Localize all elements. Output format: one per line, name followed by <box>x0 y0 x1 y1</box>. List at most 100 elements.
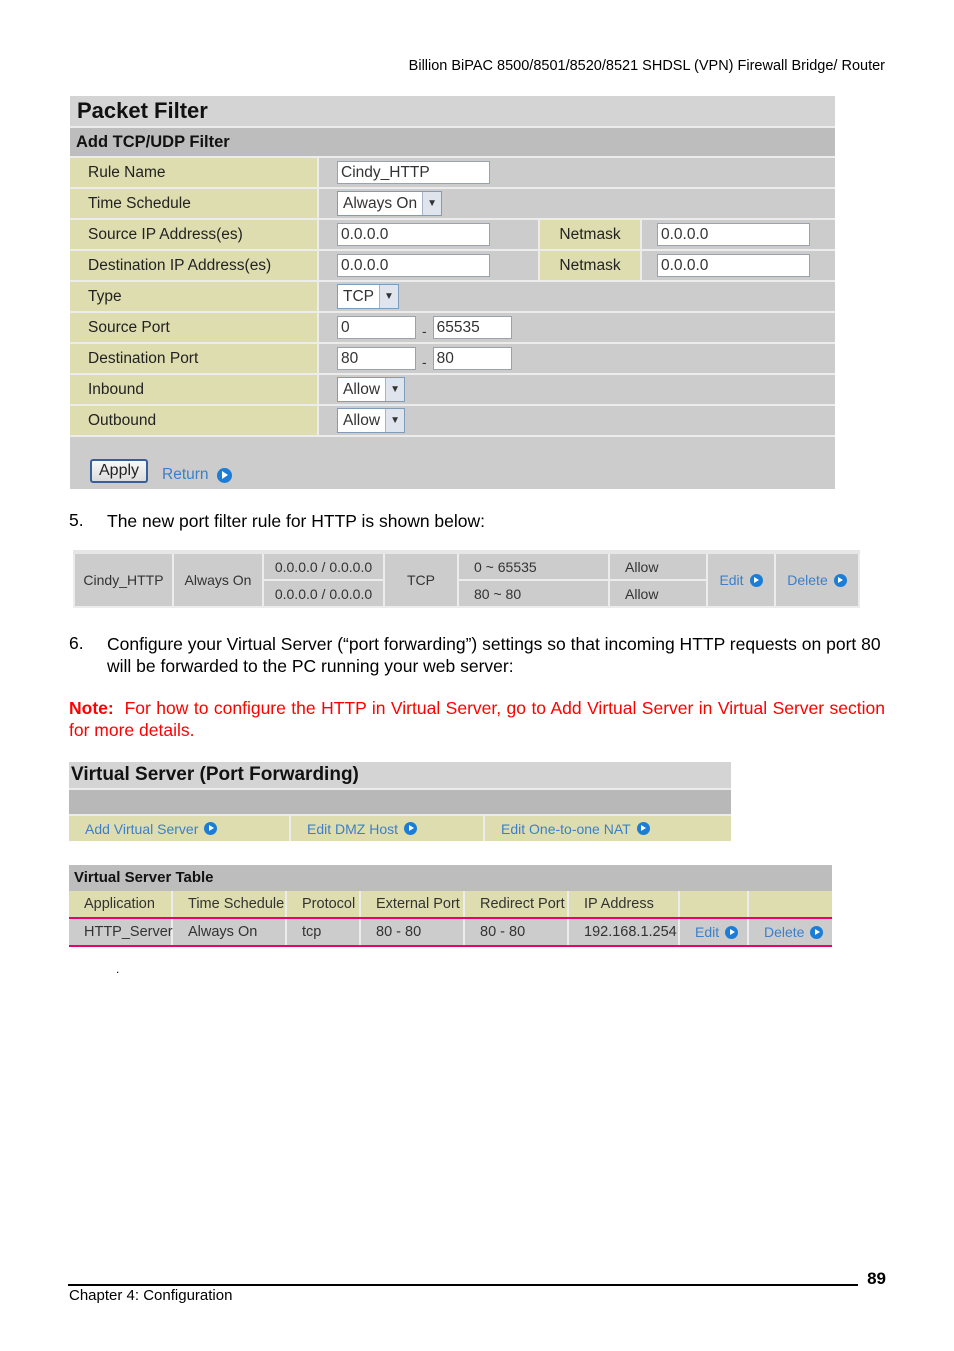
destination-netmask-input[interactable]: 0.0.0.0 <box>657 254 810 277</box>
note-prefix: Note: <box>69 698 114 718</box>
arrow-right-icon <box>810 925 824 939</box>
edit-link[interactable]: Edit <box>695 919 739 945</box>
edit-label: Edit <box>695 924 720 940</box>
rule-name-cell: Cindy_HTTP <box>73 550 174 608</box>
packet-filter-title: Packet Filter <box>70 96 835 128</box>
ip-address-cell: 192.168.1.254 <box>569 919 680 945</box>
chevron-down-icon[interactable]: ▼ <box>379 285 398 308</box>
source-ip-row: Source IP Address(es) 0.0.0.0 Netmask 0.… <box>70 220 835 251</box>
schedule-cell: Always On <box>173 919 287 945</box>
delete-label: Delete <box>787 572 828 588</box>
source-port-to-input[interactable]: 65535 <box>432 316 512 339</box>
inbound-value: Allow <box>343 381 381 398</box>
destination-ip-row: Destination IP Address(es) 0.0.0.0 Netma… <box>70 251 835 282</box>
add-filter-subtitle: Add TCP/UDP Filter <box>70 128 835 158</box>
table-row: Cindy_HTTP Always On 0.0.0.0 / 0.0.0.0 T… <box>73 550 860 608</box>
edit-label: Edit <box>719 572 744 588</box>
rule-destination-cell: 0.0.0.0 / 0.0.0.0 <box>262 579 385 608</box>
column-header: Time Schedule <box>173 891 287 917</box>
packet-filter-panel: Packet Filter Add TCP/UDP Filter Rule Na… <box>70 96 835 489</box>
destination-ip-input[interactable]: 0.0.0.0 <box>337 254 490 277</box>
delete-label: Delete <box>764 924 805 940</box>
destination-port-to-input[interactable]: 80 <box>432 347 512 370</box>
outbound-select[interactable]: Allow ▼ <box>337 408 406 433</box>
type-select[interactable]: TCP ▼ <box>337 284 399 309</box>
column-header: External Port <box>361 891 465 917</box>
source-netmask-input[interactable]: 0.0.0.0 <box>657 223 810 246</box>
step-5: 5. The new port filter rule for HTTP is … <box>69 510 887 532</box>
note-text: For how to configure the HTTP in Virtual… <box>69 698 885 740</box>
arrow-right-icon <box>216 467 232 483</box>
virtual-server-table: Virtual Server Table Application Time Sc… <box>69 865 832 947</box>
rule-source-port-cell: 0 ~ 65535 <box>457 550 610 581</box>
rule-destination-port-cell: 80 ~ 80 <box>457 579 610 608</box>
footer-divider <box>68 1284 858 1286</box>
table-row: HTTP_Server Always On tcp 80 - 80 80 - 8… <box>69 917 832 947</box>
rule-source-cell: 0.0.0.0 / 0.0.0.0 <box>262 550 385 581</box>
chevron-down-icon[interactable]: ▼ <box>422 192 442 215</box>
source-port-label: Source Port <box>70 313 319 342</box>
virtual-server-title: Virtual Server (Port Forwarding) <box>69 762 731 790</box>
port-range-separator: - <box>422 353 427 370</box>
delete-link[interactable]: Delete <box>787 572 847 588</box>
destination-port-row: Destination Port 80 - 80 <box>70 344 835 375</box>
column-header: Protocol <box>287 891 361 917</box>
rule-protocol-cell: TCP <box>383 550 459 608</box>
time-schedule-label: Time Schedule <box>70 189 319 218</box>
virtual-server-links: Add Virtual Server Edit DMZ Host Edit On… <box>69 816 731 841</box>
inbound-label: Inbound <box>70 375 319 404</box>
table-header-row: Application Time Schedule Protocol Exter… <box>69 891 832 917</box>
inbound-row: Inbound Allow ▼ <box>70 375 835 406</box>
return-label: Return <box>162 466 209 483</box>
arrow-right-icon <box>636 822 650 835</box>
rule-inbound-cell: Allow <box>608 550 708 581</box>
edit-link[interactable]: Edit <box>719 572 763 588</box>
time-schedule-row: Time Schedule Always On ▼ <box>70 189 835 220</box>
rule-outbound-cell: Allow <box>608 579 708 608</box>
return-link[interactable]: Return <box>162 466 232 484</box>
packet-filter-actions: Apply Return <box>90 458 232 484</box>
source-port-row: Source Port 0 - 65535 <box>70 313 835 344</box>
edit-dmz-host-label: Edit DMZ Host <box>307 820 399 837</box>
page-number: 89 <box>867 1269 886 1288</box>
rule-delete-cell: Delete <box>774 550 860 608</box>
source-ip-label: Source IP Address(es) <box>70 220 319 249</box>
destination-netmask-label: Netmask <box>538 251 642 280</box>
arrow-right-icon <box>833 573 847 587</box>
step-text: Configure your Virtual Server (“port for… <box>107 634 881 676</box>
arrow-right-icon <box>749 573 763 587</box>
filter-rule-table: Cindy_HTTP Always On 0.0.0.0 / 0.0.0.0 T… <box>73 550 860 608</box>
virtual-server-table-title: Virtual Server Table <box>69 865 832 891</box>
edit-one-to-one-nat-link[interactable]: Edit One-to-one NAT <box>485 816 731 841</box>
add-virtual-server-link[interactable]: Add Virtual Server <box>69 816 291 841</box>
source-port-from-input[interactable]: 0 <box>337 316 416 339</box>
edit-dmz-host-link[interactable]: Edit DMZ Host <box>291 816 485 841</box>
step-text: The new port filter rule for HTTP is sho… <box>107 511 486 531</box>
external-port-cell: 80 - 80 <box>361 919 465 945</box>
rule-name-row: Rule Name Cindy_HTTP <box>70 158 835 189</box>
delete-link[interactable]: Delete <box>764 919 824 945</box>
arrow-right-icon <box>404 822 418 835</box>
chevron-down-icon[interactable]: ▼ <box>385 409 405 432</box>
outbound-label: Outbound <box>70 406 319 435</box>
application-cell: HTTP_Server <box>69 919 173 945</box>
time-schedule-select[interactable]: Always On ▼ <box>337 191 443 216</box>
column-header: Application <box>69 891 173 917</box>
running-header: Billion BiPAC 8500/8501/8520/8521 SHDSL … <box>408 58 885 74</box>
protocol-cell: tcp <box>287 919 361 945</box>
column-header: Redirect Port <box>465 891 569 917</box>
delete-cell: Delete <box>749 919 832 945</box>
chapter-title: Chapter 4: Configuration <box>69 1287 233 1304</box>
destination-port-from-input[interactable]: 80 <box>337 347 416 370</box>
virtual-server-panel: Virtual Server (Port Forwarding) Add Vir… <box>69 762 731 841</box>
chevron-down-icon[interactable]: ▼ <box>385 378 405 401</box>
apply-button[interactable]: Apply <box>90 459 149 483</box>
rule-edit-cell: Edit <box>706 550 776 608</box>
rule-name-input[interactable]: Cindy_HTTP <box>337 161 490 184</box>
note-paragraph: Note: For how to configure the HTTP in V… <box>69 697 885 741</box>
inbound-select[interactable]: Allow ▼ <box>337 377 406 402</box>
rule-schedule-cell: Always On <box>172 550 264 608</box>
step-number: 5. <box>69 510 84 530</box>
source-ip-input[interactable]: 0.0.0.0 <box>337 223 490 246</box>
time-schedule-value: Always On <box>343 195 418 212</box>
